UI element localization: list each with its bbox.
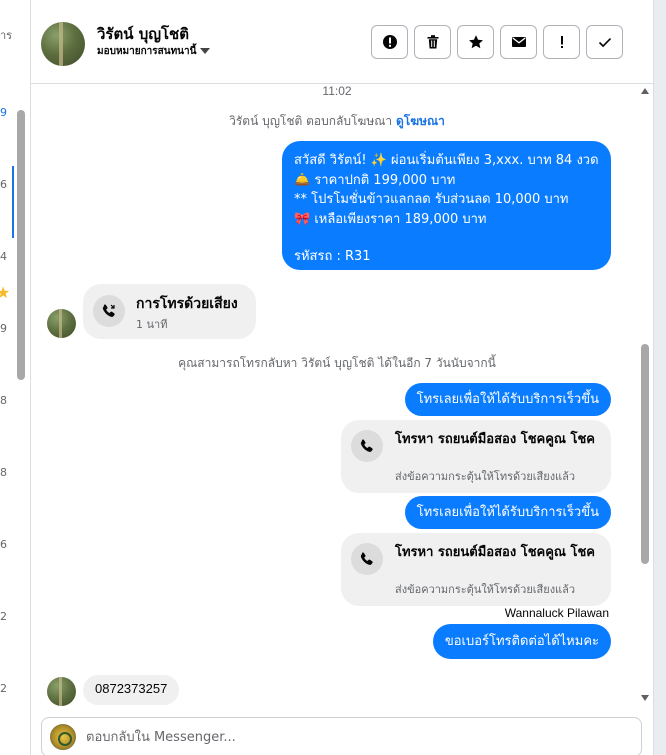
promo-message-bubble: สวัสดี วิรัตน์! ✨ ผ่อนเริ่มต้นเพียง 3,xx… xyxy=(282,141,611,270)
voice-call-duration: 1 นาที xyxy=(136,318,168,331)
conversation-header: วิรัตน์ บุญโชติ มอบหมายการสนทนานี้ xyxy=(31,0,653,84)
contact-avatar-small xyxy=(47,677,76,706)
callback-notice: คุณสามารถโทรกลับหา วิรัตน์ บุญโชติ ได้ใน… xyxy=(178,356,496,370)
call-icon-circle xyxy=(351,430,383,462)
promo-line: ** โปรโมชั่นข้าวแลกลด รับส่วนลด 10,000 บ… xyxy=(294,192,569,207)
sidebar-fragment: าร xyxy=(0,29,13,42)
thread-scrollbar[interactable] xyxy=(639,84,651,709)
reply-input[interactable] xyxy=(86,726,626,748)
missed-call-phone-icon xyxy=(102,304,115,317)
contact-avatar[interactable] xyxy=(41,22,85,66)
view-ad-link[interactable]: ดูโฆษณา xyxy=(396,114,445,128)
call-card-title: โทรหา รถยนต์มือสอง โชคคูณ โชค xyxy=(395,545,596,560)
call-card-subtitle: ส่งข้อความกระตุ้นให้โทรด้วยเสียงแล้ว xyxy=(395,583,576,596)
call-card-title: โทรหา รถยนต์มือสอง โชคคูณ โชค xyxy=(395,432,596,447)
sender-name: Wannaluck Pilawan xyxy=(504,606,609,620)
sidebar-fragment: 9 xyxy=(0,322,7,335)
phone-icon xyxy=(360,552,373,565)
exclamation-icon xyxy=(560,36,563,48)
assign-conversation-dropdown[interactable]: มอบหมายการสนทนานี้ xyxy=(97,44,211,59)
call-request-card[interactable]: โทรหา รถยนต์มือสอง โชคคูณ โชค ส่งข้อความ… xyxy=(341,420,611,493)
scrollbar-thumb[interactable] xyxy=(641,344,649,564)
star-button[interactable] xyxy=(457,25,494,59)
sidebar-scrollbar[interactable] xyxy=(17,110,25,380)
sidebar-fragment: 8 xyxy=(0,394,7,407)
sidebar-fragment: 4 xyxy=(0,250,7,263)
selected-conversation-indicator xyxy=(12,166,14,238)
follow-up-button[interactable] xyxy=(543,25,580,59)
scroll-down-arrow[interactable] xyxy=(641,695,649,701)
ask-phone-bubble: ขอเบอร์โทรติดต่อได้ไหมคะ xyxy=(432,624,611,659)
phone-icon xyxy=(360,439,373,452)
message-composer xyxy=(41,717,642,755)
trash-icon xyxy=(427,35,438,49)
call-request-card[interactable]: โทรหา รถยนต์มือสอง โชคคูณ โชค ส่งข้อความ… xyxy=(341,533,611,606)
sidebar-fragment: 2 xyxy=(0,610,7,623)
page-edge xyxy=(653,0,666,755)
mark-done-button[interactable] xyxy=(586,25,623,59)
delete-button[interactable] xyxy=(414,25,451,59)
call-icon-circle xyxy=(93,295,125,327)
caret-down-icon xyxy=(200,48,211,54)
call-prompt-bubble: โทรเลยเพื่อให้ได้รับบริการเร็วขึ้น xyxy=(404,496,611,529)
promo-line: สวัสดี วิรัตน์! ✨ ผ่อนเริ่มต้นเพียง 3,xx… xyxy=(294,153,599,168)
contact-avatar-small xyxy=(47,309,76,338)
report-icon xyxy=(382,35,397,49)
report-button[interactable] xyxy=(371,25,408,59)
sidebar-fragment: 2 xyxy=(0,682,7,695)
promo-line: 🛎️ ราคาปกติ 199,000 บาท xyxy=(294,172,456,188)
call-prompt-bubble: โทรเลยเพื่อให้ได้รับบริการเร็วขึ้น xyxy=(404,383,611,416)
ad-reply-notice: วิรัตน์ บุญโชติ ตอบกลับโฆษณา ดูโฆษณา xyxy=(31,112,643,131)
mark-unread-button[interactable] xyxy=(500,25,537,59)
assign-label: มอบหมายการสนทนานี้ xyxy=(97,46,197,57)
promo-line: รหัสรถ : R31 xyxy=(294,249,371,264)
message-timestamp: 11:02 xyxy=(322,84,352,98)
page-avatar xyxy=(50,724,76,750)
star-icon xyxy=(468,35,483,49)
promo-line: 🎀 เหลือเพียงราคา 189,000 บาท xyxy=(294,211,487,227)
voice-call-bubble[interactable]: การโทรด้วยเสียง 1 นาที xyxy=(83,284,256,339)
call-icon-circle xyxy=(351,543,383,575)
sidebar-fragment: 6 xyxy=(0,538,7,551)
star-icon: ★ xyxy=(0,283,10,303)
sidebar-fragment: 6 xyxy=(0,178,7,191)
voice-call-title: การโทรด้วยเสียง xyxy=(136,296,238,312)
sidebar-fragment: 9 xyxy=(0,106,7,119)
contact-name[interactable]: วิรัตน์ บุญโชติ xyxy=(97,22,189,46)
mail-icon xyxy=(511,37,526,47)
action-toolbar xyxy=(371,25,623,59)
ad-reply-text: วิรัตน์ บุญโชติ ตอบกลับโฆษณา xyxy=(229,114,393,128)
check-icon xyxy=(598,38,611,48)
call-card-subtitle: ส่งข้อความกระตุ้นให้โทรด้วยเสียงแล้ว xyxy=(395,470,576,483)
promo-spacer xyxy=(294,229,599,247)
message-thread[interactable]: 11:02 วิรัตน์ บุญโชติ ตอบกลับโฆษณา ดูโฆษ… xyxy=(31,84,653,709)
scroll-up-arrow[interactable] xyxy=(641,88,649,94)
conversation-list-edge: าร 9 6 4 ★ 9 8 8 6 2 2 xyxy=(0,0,31,755)
customer-phone-bubble: 0872373257 xyxy=(83,675,180,705)
sidebar-fragment: 8 xyxy=(0,466,7,479)
